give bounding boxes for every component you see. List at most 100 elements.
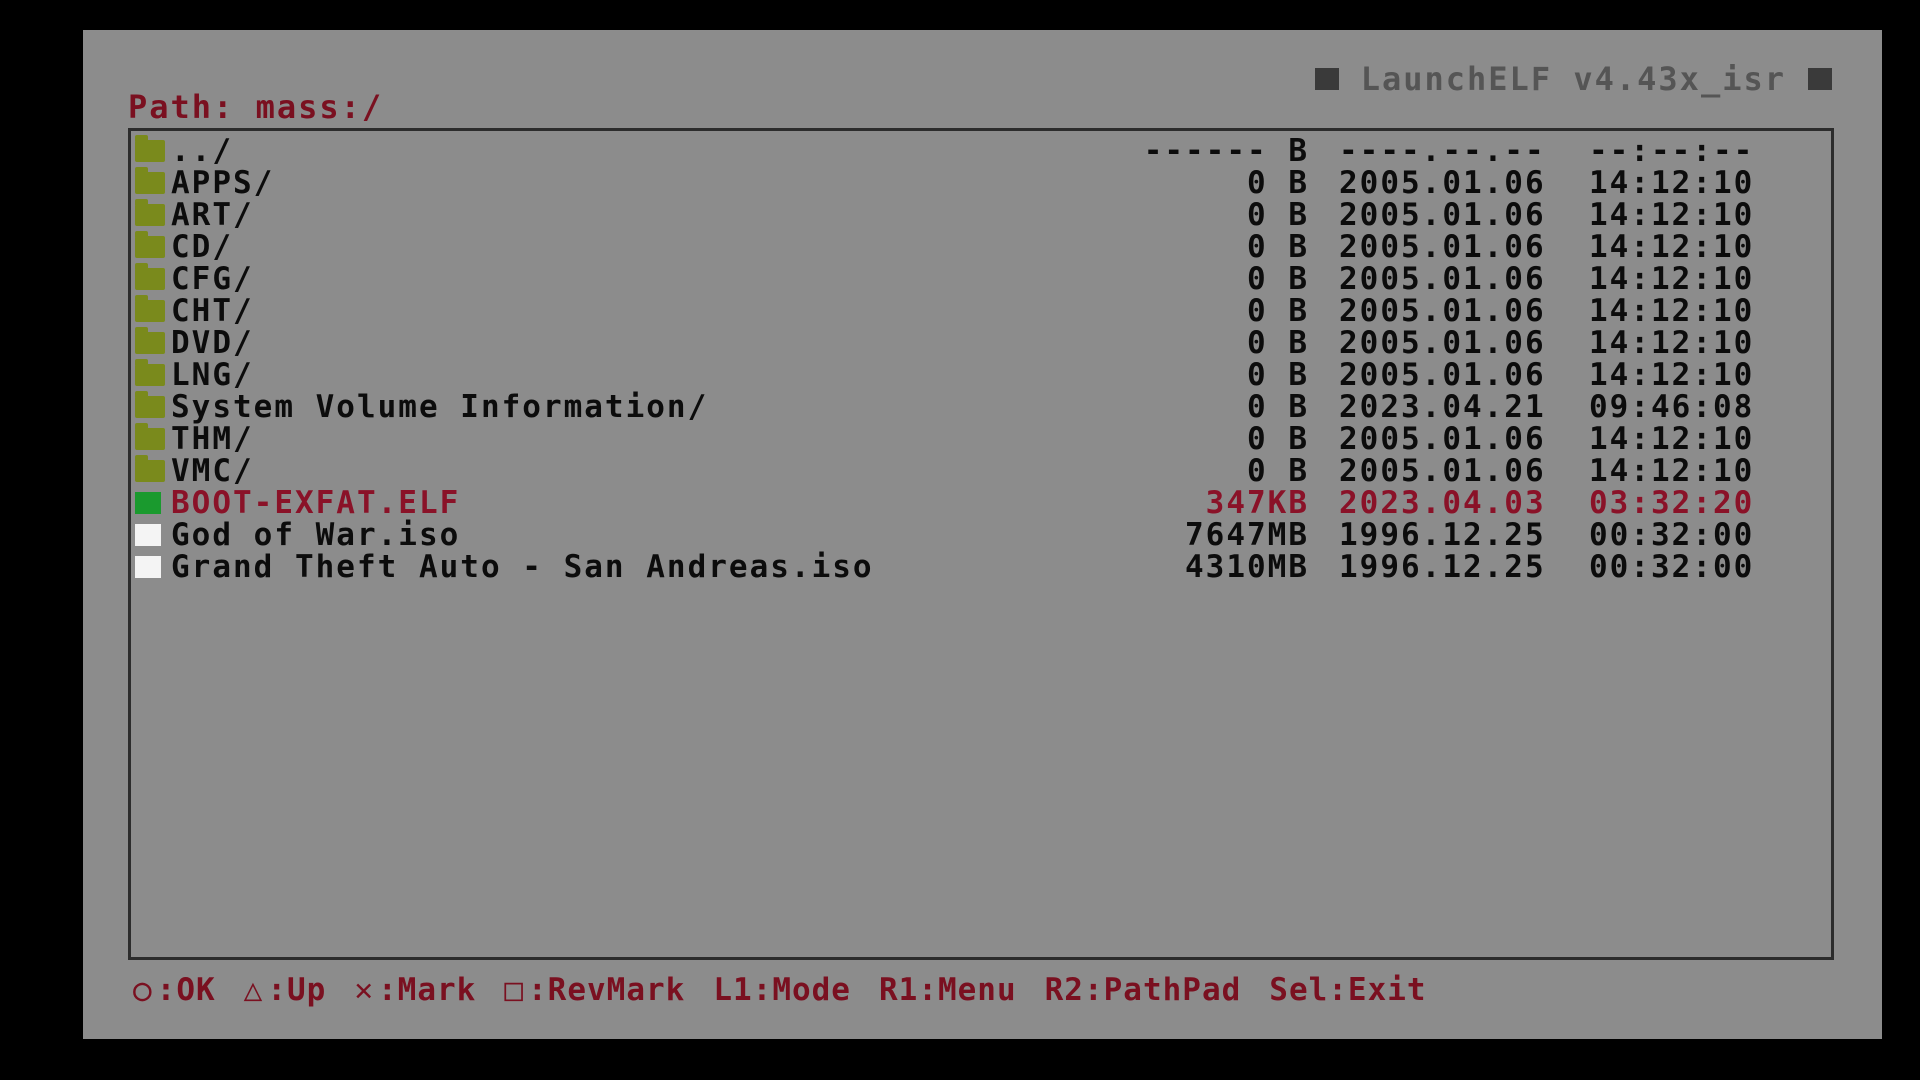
- hint-label: R1:Menu: [878, 972, 1017, 1008]
- file-size: 0 B: [1247, 453, 1309, 489]
- file-size: ------ B: [1143, 133, 1309, 169]
- circle-button-icon: ○: [133, 972, 153, 1008]
- file-row[interactable]: DVD/0 B 2005.01.06 14:12:10: [131, 327, 1831, 359]
- file-size: 0 B: [1247, 261, 1309, 297]
- file-row[interactable]: VMC/0 B 2005.01.06 14:12:10: [131, 455, 1831, 487]
- file-time: 14:12:10: [1589, 421, 1755, 457]
- file-size: 0 B: [1247, 389, 1309, 425]
- folder-icon: [135, 167, 165, 194]
- file-date: 2005.01.06: [1339, 357, 1546, 393]
- file-row[interactable]: BOOT-EXFAT.ELF 347KB 2023.04.03 03:32:20: [131, 487, 1831, 519]
- file-date: 2005.01.06: [1339, 421, 1546, 457]
- hint-label: L1:Mode: [713, 972, 851, 1008]
- file-name: System Volume Information/: [171, 389, 709, 425]
- title-right-square-icon: [1808, 68, 1832, 90]
- folder-icon: [135, 455, 165, 482]
- hint-item: L1:Mode: [713, 972, 851, 1008]
- file-name: LNG/: [171, 357, 254, 393]
- file-row[interactable]: ../ ------ B ----.--.-- --:--:--: [131, 135, 1831, 167]
- file-icon: [135, 556, 161, 578]
- triangle-button-icon: △: [243, 972, 264, 1008]
- file-time: 14:12:10: [1589, 261, 1755, 297]
- file-time: 09:46:08: [1589, 389, 1755, 425]
- file-date: 2005.01.06: [1339, 453, 1546, 489]
- folder-icon: [135, 295, 165, 322]
- hint-item: ✕:Mark: [354, 972, 476, 1008]
- cross-button-icon: ✕: [354, 972, 375, 1008]
- hint-item: □:RevMark: [504, 972, 685, 1008]
- file-name: BOOT-EXFAT.ELF: [171, 485, 461, 521]
- launchelf-screen: LaunchELF v4.43x_isr Path: mass:/ ../ ---…: [83, 30, 1882, 1039]
- hint-item: Sel:Exit: [1269, 972, 1426, 1008]
- file-time: 14:12:10: [1589, 293, 1755, 329]
- file-row[interactable]: APPS/0 B 2005.01.06 14:12:10: [131, 167, 1831, 199]
- square-button-icon: □: [504, 972, 525, 1008]
- file-time: 14:12:10: [1589, 357, 1755, 393]
- hint-label: :Up: [267, 972, 327, 1008]
- hint-label: :OK: [156, 972, 216, 1008]
- file-name: APPS/: [171, 165, 275, 201]
- file-date: 2023.04.03: [1339, 485, 1546, 521]
- hint-label: :RevMark: [528, 972, 686, 1008]
- button-hint-bar: ○:OK △:Up ✕:Mark □:RevMark L1:Mode R1:Menu R2:…: [133, 972, 1427, 1008]
- hint-label: Sel:Exit: [1269, 972, 1427, 1008]
- file-time: 14:12:10: [1589, 165, 1755, 201]
- file-time: 00:32:00: [1589, 549, 1755, 585]
- hint-item: R1:Menu: [879, 972, 1017, 1008]
- file-row[interactable]: System Volume Information/0 B 2023.04.21 0…: [131, 391, 1831, 423]
- file-size: 4310MB: [1185, 549, 1309, 585]
- file-time: 00:32:00: [1589, 517, 1755, 553]
- file-size: 347KB: [1205, 485, 1309, 521]
- file-date: 1996.12.25: [1339, 549, 1546, 585]
- file-size: 0 B: [1247, 165, 1309, 201]
- hint-item: ○:OK: [133, 972, 216, 1008]
- file-size: 7647MB: [1185, 517, 1309, 553]
- title-left-square-icon: [1314, 68, 1339, 90]
- folder-icon: [135, 391, 165, 418]
- file-size: 0 B: [1247, 421, 1309, 457]
- hint-label: :Mark: [378, 972, 477, 1008]
- file-name: CD/: [171, 229, 233, 265]
- app-title: LaunchELF v4.43x_isr: [1360, 60, 1786, 98]
- file-row[interactable]: ART/0 B 2005.01.06 14:12:10: [131, 199, 1831, 231]
- file-name: CHT/: [171, 293, 254, 329]
- file-row[interactable]: LNG/0 B 2005.01.06 14:12:10: [131, 359, 1831, 391]
- hint-item: R2:PathPad: [1045, 972, 1242, 1008]
- file-row[interactable]: Grand Theft Auto - San Andreas.iso 4310MB…: [131, 551, 1831, 583]
- file-time: 14:12:10: [1589, 453, 1755, 489]
- file-name: God of War.iso: [171, 517, 461, 553]
- file-row[interactable]: God of War.iso 7647MB 1996.12.25 00:32:00: [131, 519, 1831, 551]
- file-time: 14:12:10: [1589, 197, 1755, 233]
- file-row[interactable]: CHT/0 B 2005.01.06 14:12:10: [131, 295, 1831, 327]
- file-time: 14:12:10: [1589, 229, 1755, 265]
- file-time: 14:12:10: [1589, 325, 1755, 361]
- file-row[interactable]: THM/0 B 2005.01.06 14:12:10: [131, 423, 1831, 455]
- file-date: 2005.01.06: [1339, 325, 1546, 361]
- file-size: 0 B: [1247, 229, 1309, 265]
- file-size: 0 B: [1247, 325, 1309, 361]
- folder-icon: [135, 327, 165, 354]
- file-date: 2005.01.06: [1339, 293, 1546, 329]
- file-time: 03:32:20: [1589, 485, 1755, 521]
- file-date: 1996.12.25: [1339, 517, 1546, 553]
- file-name: ART/: [171, 197, 254, 233]
- elf-file-icon: [135, 492, 161, 514]
- file-size: 0 B: [1247, 197, 1309, 233]
- folder-icon: [135, 263, 165, 290]
- file-date: 2023.04.21: [1339, 389, 1546, 425]
- file-date: 2005.01.06: [1339, 229, 1546, 265]
- title-bar: LaunchELF v4.43x_isr: [1314, 60, 1832, 98]
- file-row[interactable]: CD/0 B 2005.01.06 14:12:10: [131, 231, 1831, 263]
- file-name: ../: [171, 133, 233, 169]
- folder-icon: [135, 359, 165, 386]
- file-name: VMC/: [171, 453, 254, 489]
- file-date: 2005.01.06: [1339, 261, 1546, 297]
- file-name: Grand Theft Auto - San Andreas.iso: [171, 549, 874, 585]
- file-row[interactable]: CFG/0 B 2005.01.06 14:12:10: [131, 263, 1831, 295]
- file-date: 2005.01.06: [1339, 165, 1546, 201]
- current-path: Path: mass:/: [128, 88, 384, 126]
- file-size: 0 B: [1247, 357, 1309, 393]
- file-name: THM/: [171, 421, 254, 457]
- folder-icon: [135, 231, 165, 258]
- hint-item: △:Up: [244, 972, 327, 1008]
